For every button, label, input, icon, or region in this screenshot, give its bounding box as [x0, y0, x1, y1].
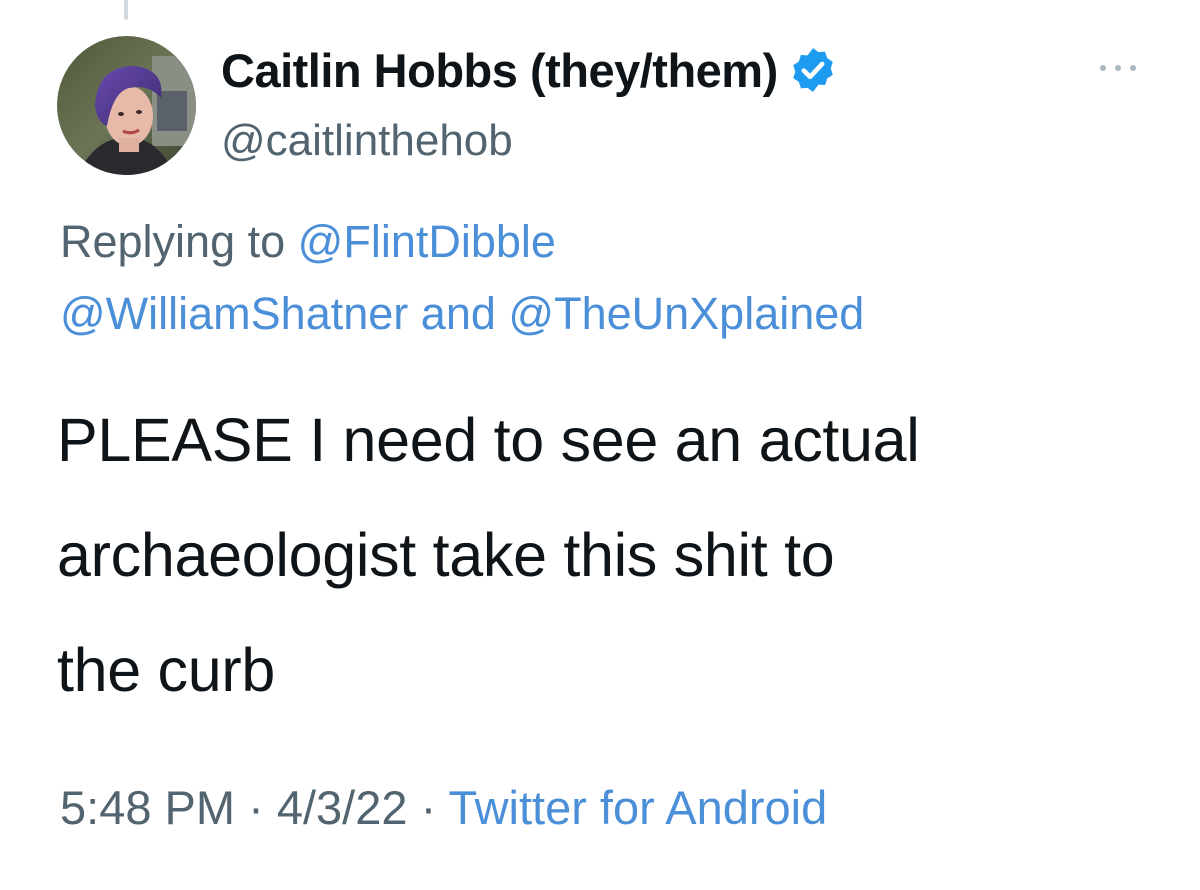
author-handle[interactable]: @caitlinthehob — [221, 116, 513, 166]
tweet-metadata: 5:48 PM · 4/3/22 · Twitter for Android — [60, 780, 827, 835]
tweet-date[interactable]: 4/3/22 — [277, 781, 408, 834]
verified-badge-icon — [788, 45, 838, 95]
mention-link[interactable]: @WilliamShatner — [60, 288, 408, 339]
author-display-name[interactable]: Caitlin Hobbs (they/them) — [221, 43, 778, 98]
thread-connector-line — [124, 0, 128, 20]
replying-to: Replying to @FlintDibble @WilliamShatner… — [60, 206, 1160, 350]
tweet-time[interactable]: 5:48 PM — [60, 781, 235, 834]
mention-connector: and — [420, 288, 496, 339]
avatar[interactable] — [57, 36, 196, 175]
author-name-row: Caitlin Hobbs (they/them) — [221, 40, 838, 100]
replying-to-label: Replying to — [60, 216, 286, 267]
tweet-text-line: PLEASE I need to see an actual — [57, 406, 920, 474]
mention-link[interactable]: @TheUnXplained — [508, 288, 864, 339]
tweet-source-link[interactable]: Twitter for Android — [448, 781, 827, 834]
more-options-icon[interactable] — [1096, 58, 1140, 78]
tweet-card: Caitlin Hobbs (they/them) @caitlinthehob… — [0, 0, 1200, 890]
mention-link[interactable]: @FlintDibble — [298, 216, 556, 267]
meta-separator: · — [248, 781, 264, 834]
tweet-text: PLEASE I need to see an actual archaeolo… — [57, 383, 1157, 728]
meta-separator: · — [420, 781, 437, 834]
tweet-text-line: archaeologist take this shit to — [57, 521, 835, 589]
avatar-image — [57, 36, 196, 175]
tweet-text-line: the curb — [57, 636, 276, 704]
